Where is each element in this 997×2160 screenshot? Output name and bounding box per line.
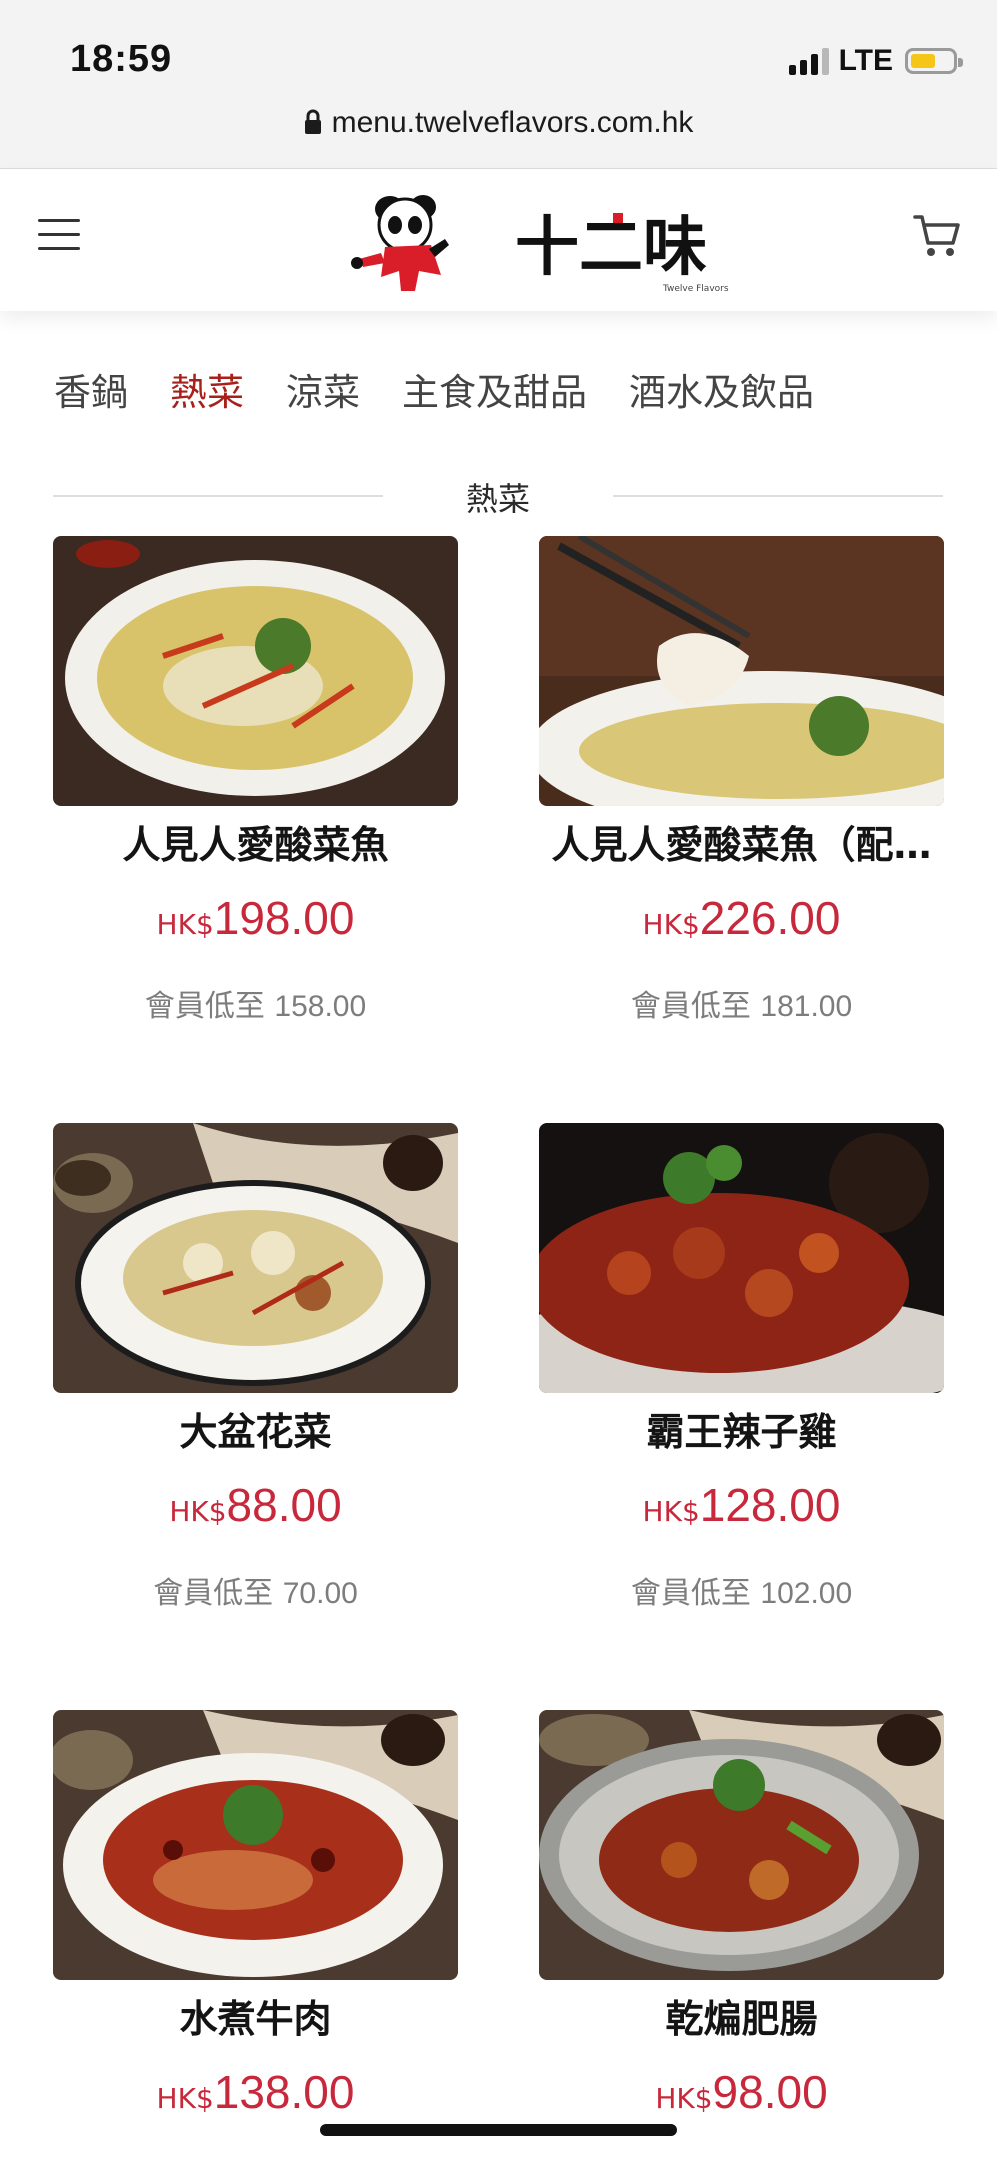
member-price: 會員低至 181.00: [539, 981, 944, 1025]
url-text: menu.twelveflavors.com.hk: [331, 106, 694, 139]
dish-price: HK$128.00: [539, 1478, 944, 1532]
cart-icon[interactable]: [913, 213, 961, 259]
price-value: 88.00: [226, 1479, 342, 1531]
tab-staples-desserts[interactable]: 主食及甜品: [402, 362, 587, 416]
member-label: 會員低至: [630, 1576, 751, 1611]
member-price: 會員低至 102.00: [539, 1568, 944, 1612]
dish-price: HK$198.00: [53, 891, 458, 945]
member-price-value: 102.00: [760, 1577, 853, 1610]
dish-name[interactable]: 水煮牛肉: [53, 1988, 458, 2043]
browser-chrome: 18:59 LTE menu.twelveflavors.com.hk: [0, 0, 997, 169]
currency-label: HK$: [169, 1495, 227, 1528]
battery-icon: [905, 48, 963, 74]
dish-price: HK$98.00: [539, 2065, 944, 2119]
currency-label: HK$: [156, 908, 214, 941]
dish-card[interactable]: 乾煸肥腸 HK$98.00: [539, 1710, 944, 2119]
section-title: 熱菜: [465, 480, 530, 518]
dish-name[interactable]: 霸王辣子雞: [539, 1401, 944, 1456]
dish-photo[interactable]: [539, 1123, 944, 1393]
dish-photo[interactable]: [53, 1123, 458, 1393]
member-price-value: 70.00: [282, 1577, 358, 1610]
dish-photo[interactable]: [53, 1710, 458, 1980]
dish-card[interactable]: 人見人愛酸菜魚 HK$198.00 會員低至 158.00: [53, 536, 458, 1025]
panda-mascot-icon: [351, 195, 449, 291]
dish-name[interactable]: 人見人愛酸菜魚（配…: [539, 814, 944, 869]
dish-name[interactable]: 大盆花菜: [53, 1401, 458, 1456]
signal-icon: [788, 47, 829, 75]
price-value: 226.00: [699, 892, 841, 944]
dish-name[interactable]: 乾煸肥腸: [539, 1988, 944, 2043]
section-header: 熱菜: [53, 468, 943, 518]
currency-label: HK$: [642, 1495, 700, 1528]
category-tabs: 香鍋 熱菜 涼菜 主食及甜品 酒水及飲品: [54, 362, 814, 416]
divider: [613, 495, 943, 497]
member-price-value: 158.00: [274, 990, 367, 1023]
dish-price: HK$88.00: [53, 1478, 458, 1532]
price-value: 198.00: [213, 892, 355, 944]
currency-label: HK$: [642, 908, 700, 941]
dish-photo[interactable]: [53, 536, 458, 806]
dish-card[interactable]: 人見人愛酸菜魚（配… HK$226.00 會員低至 181.00: [539, 536, 944, 1025]
member-price: 會員低至 158.00: [53, 981, 458, 1025]
dish-price: HK$138.00: [53, 2065, 458, 2119]
brand-logo[interactable]: 十二味 Twelve Flavors: [345, 187, 765, 297]
dish-card[interactable]: 大盆花菜 HK$88.00 會員低至 70.00: [53, 1123, 458, 1612]
dish-price: HK$226.00: [539, 891, 944, 945]
member-label: 會員低至: [630, 989, 751, 1024]
tab-cold-dishes[interactable]: 涼菜: [286, 362, 360, 416]
tab-drinks[interactable]: 酒水及飲品: [629, 362, 814, 416]
dish-photo[interactable]: [539, 1710, 944, 1980]
member-label: 會員低至: [144, 989, 265, 1024]
site-header: 十二味 Twelve Flavors: [0, 169, 997, 311]
logo-wordmark: 十二味: [515, 210, 707, 285]
menu-icon: [38, 219, 80, 222]
status-indicators: LTE: [788, 44, 963, 78]
network-type: LTE: [838, 44, 893, 77]
price-value: 138.00: [213, 2066, 355, 2118]
lock-icon: [304, 109, 321, 134]
tab-hot-dishes[interactable]: 熱菜: [170, 362, 244, 416]
logo-subtitle: Twelve Flavors: [662, 284, 729, 294]
currency-label: HK$: [156, 2082, 214, 2115]
status-time: 18:59: [70, 38, 173, 80]
home-indicator[interactable]: [320, 2124, 677, 2136]
address-bar[interactable]: menu.twelveflavors.com.hk: [0, 106, 997, 140]
tab-fragrant-pot[interactable]: 香鍋: [54, 362, 128, 416]
currency-label: HK$: [655, 2082, 713, 2115]
dish-card[interactable]: 霸王辣子雞 HK$128.00 會員低至 102.00: [539, 1123, 944, 1612]
dish-card[interactable]: 水煮牛肉 HK$138.00: [53, 1710, 458, 2119]
hamburger-menu-button[interactable]: [38, 219, 80, 255]
member-label: 會員低至: [153, 1576, 274, 1611]
member-price: 會員低至 70.00: [53, 1568, 458, 1612]
price-value: 128.00: [699, 1479, 841, 1531]
dish-name[interactable]: 人見人愛酸菜魚: [53, 814, 458, 869]
member-price-value: 181.00: [760, 990, 853, 1023]
price-value: 98.00: [712, 2066, 828, 2118]
dish-photo[interactable]: [539, 536, 944, 806]
